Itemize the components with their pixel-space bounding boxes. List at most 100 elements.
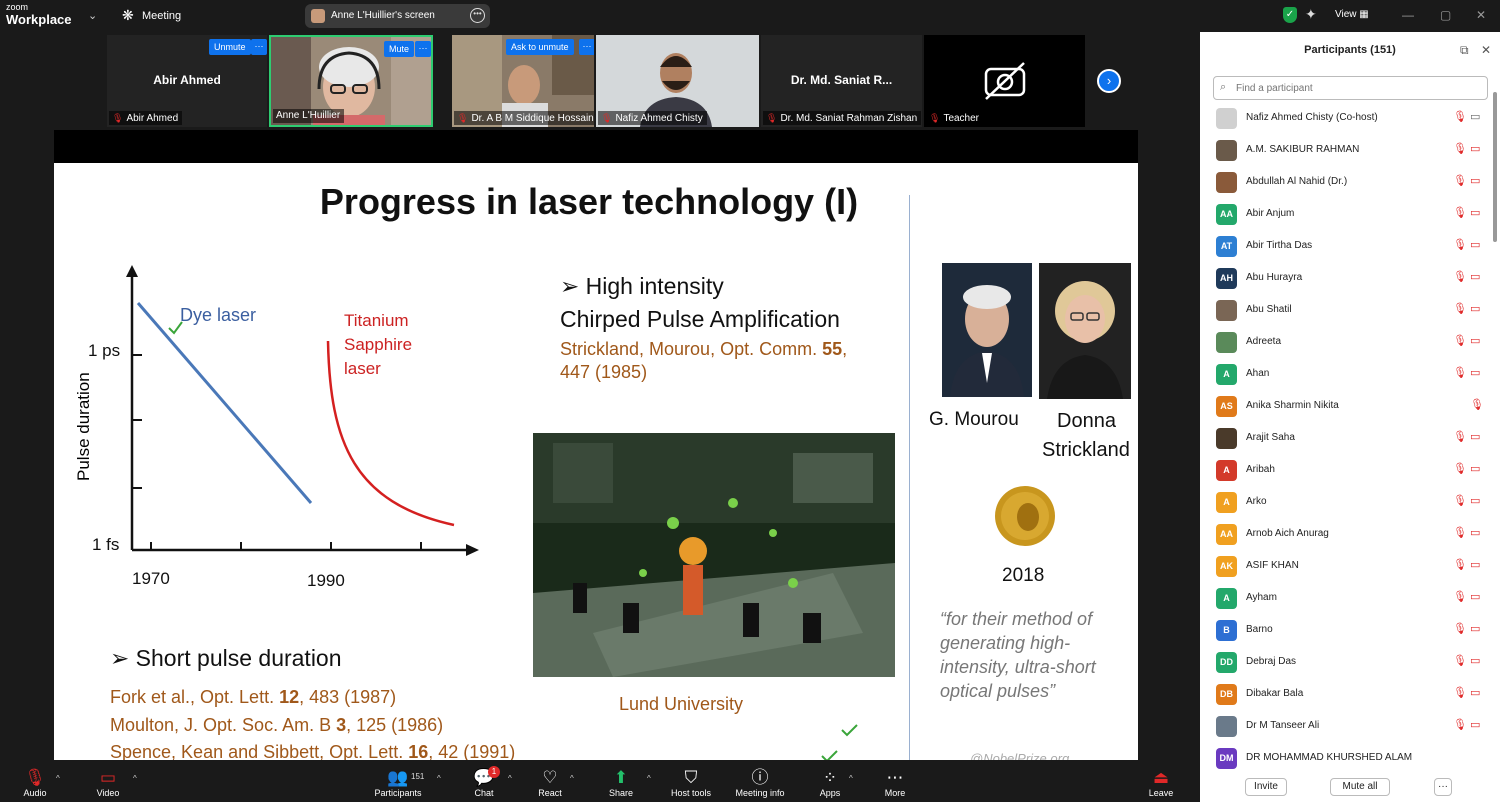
close-icon[interactable]: ✕ [1476,8,1486,22]
participant-row[interactable]: Nafiz Ahmed Chisty (Co-host) 🎙 ▭ [1200,102,1490,134]
share-button[interactable]: ⬆ Share [603,762,639,802]
panel-scrollbar[interactable] [1493,92,1497,242]
apps-caret-icon[interactable]: ^ [849,774,853,783]
video-button[interactable]: ▭ Video [88,762,128,802]
video-options-caret-icon[interactable]: ^ [133,774,137,783]
mic-muted-icon[interactable]: 🎙 [1453,462,1467,475]
mic-muted-icon[interactable]: 🎙 [1453,270,1467,283]
participants-caret-icon[interactable]: ^ [437,774,441,783]
mic-muted-icon[interactable]: 🎙 [1453,590,1467,603]
camera-off-icon[interactable]: ▭ [1470,302,1480,315]
camera-off-icon[interactable]: ▭ [1470,174,1480,187]
participant-row[interactable]: DB Dibakar Bala 🎙 ▭ [1200,678,1490,710]
ask-to-unmute-button[interactable]: Ask to unmute [506,39,574,55]
video-tile-siddique-hossain[interactable]: Ask to unmute ··· 🎙 Dr. A B M Siddique Ho… [452,35,594,127]
participant-row[interactable]: A Ayham 🎙 ▭ [1200,582,1490,614]
participant-row[interactable]: AA Arnob Aich Anurag 🎙 ▭ [1200,518,1490,550]
camera-off-icon[interactable]: ▭ [1470,494,1480,507]
camera-off-icon[interactable]: ▭ [1470,142,1480,155]
mic-muted-icon[interactable]: 🎙 [1453,334,1467,347]
security-shield-icon[interactable]: ✓ [1283,7,1297,23]
participant-row[interactable]: AT Abir Tirtha Das 🎙 ▭ [1200,230,1490,262]
video-tile-anne-lhuillier[interactable]: Mute ··· Anne L'Huillier [269,35,433,127]
mic-muted-icon[interactable]: 🎙 [1453,206,1467,219]
video-tile-teacher[interactable]: 🎙 Teacher [924,35,1085,127]
camera-off-icon[interactable]: ▭ [1470,334,1480,347]
participant-row[interactable]: Abu Shatil 🎙 ▭ [1200,294,1490,326]
more-options-icon[interactable]: ••• [470,8,485,23]
participant-row[interactable]: A Arko 🎙 ▭ [1200,486,1490,518]
camera-off-icon[interactable]: ▭ [1470,206,1480,219]
mic-muted-icon[interactable]: 🎙 [1453,174,1467,187]
host-tools-button[interactable]: ⛉ Host tools [667,762,715,802]
camera-off-icon[interactable]: ▭ [1470,526,1480,539]
participant-row[interactable]: Abdullah Al Nahid (Dr.) 🎙 ▭ [1200,166,1490,198]
apps-button[interactable]: ⁘ Apps [812,762,848,802]
camera-off-icon[interactable]: ▭ [1470,654,1480,667]
participant-row[interactable]: DM DR MOHAMMAD KHURSHED ALAM [1200,742,1490,774]
react-button[interactable]: ♡ React [532,762,568,802]
camera-off-icon[interactable]: ▭ [1470,686,1480,699]
audio-button[interactable]: 🎙 Audio [15,762,55,802]
participants-button[interactable]: 👥 Participants [368,762,428,802]
participant-row[interactable]: B Barno 🎙 ▭ [1200,614,1490,646]
tile-more-button[interactable]: ··· [579,39,594,55]
view-button[interactable]: View ▦ [1335,9,1369,20]
mic-muted-icon[interactable]: 🎙 [1453,494,1467,507]
camera-off-icon[interactable]: ▭ [1470,462,1480,475]
mic-muted-icon[interactable]: 🎙 [1453,718,1467,731]
camera-off-icon[interactable]: ▭ [1470,270,1480,283]
participant-row[interactable]: Adreeta 🎙 ▭ [1200,326,1490,358]
mic-muted-icon[interactable]: 🎙 [1470,398,1484,411]
audio-options-caret-icon[interactable]: ^ [56,774,60,783]
chevron-down-icon[interactable]: ⌄ [88,9,97,22]
camera-off-icon[interactable]: ▭ [1470,590,1480,603]
video-tile-saniat-zishan[interactable]: Dr. Md. Saniat R... 🎙 Dr. Md. Saniat Rahm… [761,35,922,127]
participant-row[interactable]: AH Abu Hurayra 🎙 ▭ [1200,262,1490,294]
participant-row[interactable]: A Ahan 🎙 ▭ [1200,358,1490,390]
meeting-label[interactable]: Meeting [142,10,181,22]
tile-more-button[interactable]: ··· [251,39,267,55]
pop-out-icon[interactable]: ⧉ [1460,43,1469,58]
participant-row[interactable]: AK ASIF KHAN 🎙 ▭ [1200,550,1490,582]
camera-off-icon[interactable]: ▭ [1470,558,1480,571]
mic-muted-icon[interactable]: 🎙 [1453,654,1467,667]
screen-share-indicator[interactable]: Anne L'Huillier's screen ••• [305,4,490,28]
maximize-icon[interactable]: ▢ [1440,8,1451,22]
mic-muted-icon[interactable]: 🎙 [1453,366,1467,379]
camera-off-icon[interactable]: ▭ [1470,238,1480,251]
unmute-button[interactable]: Unmute [209,39,251,55]
mute-all-button[interactable]: Mute all [1330,778,1390,796]
video-tile-nafiz-chisty[interactable]: 🎙 Nafiz Ahmed Chisty [596,35,759,127]
chat-caret-icon[interactable]: ^ [508,774,512,783]
mic-muted-icon[interactable]: 🎙 [1453,526,1467,539]
participant-row[interactable]: AS Anika Sharmin Nikita 🎙 [1200,390,1490,422]
video-tile-abir-ahmed[interactable]: Abir Ahmed Unmute ··· 🎙 Abir Ahmed [107,35,267,127]
mic-muted-icon[interactable]: 🎙 [1453,110,1467,123]
minimize-icon[interactable]: — [1402,8,1414,22]
react-caret-icon[interactable]: ^ [570,774,574,783]
participant-search[interactable]: ⌕ [1213,76,1488,100]
mic-muted-icon[interactable]: 🎙 [1453,558,1467,571]
participant-row[interactable]: A Aribah 🎙 ▭ [1200,454,1490,486]
mic-muted-icon[interactable]: 🎙 [1453,142,1467,155]
mute-button[interactable]: Mute [384,41,415,57]
participant-row[interactable]: Arajit Saha 🎙 ▭ [1200,422,1490,454]
leave-button[interactable]: ⏏ Leave [1143,762,1179,802]
ai-companion-icon[interactable]: ✦ [1305,6,1317,23]
participant-row[interactable]: Dr M Tanseer Ali 🎙 ▭ [1200,710,1490,742]
camera-off-icon[interactable]: ▭ [1470,622,1480,635]
mic-muted-icon[interactable]: 🎙 [1453,622,1467,635]
panel-more-button[interactable]: ··· [1434,778,1452,796]
next-page-arrow-icon[interactable]: › [1097,69,1121,93]
camera-off-icon[interactable]: ▭ [1470,430,1480,443]
participant-row[interactable]: DD Debraj Das 🎙 ▭ [1200,646,1490,678]
invite-button[interactable]: Invite [1245,778,1287,796]
camera-off-icon[interactable]: ▭ [1470,366,1480,379]
share-caret-icon[interactable]: ^ [647,774,651,783]
meeting-info-button[interactable]: ⓘ Meeting info [730,762,790,802]
mic-muted-icon[interactable]: 🎙 [1453,686,1467,699]
participant-row[interactable]: A.M. SAKIBUR RAHMAN 🎙 ▭ [1200,134,1490,166]
camera-icon[interactable]: ▭ [1470,110,1480,123]
search-input[interactable] [1236,80,1476,96]
